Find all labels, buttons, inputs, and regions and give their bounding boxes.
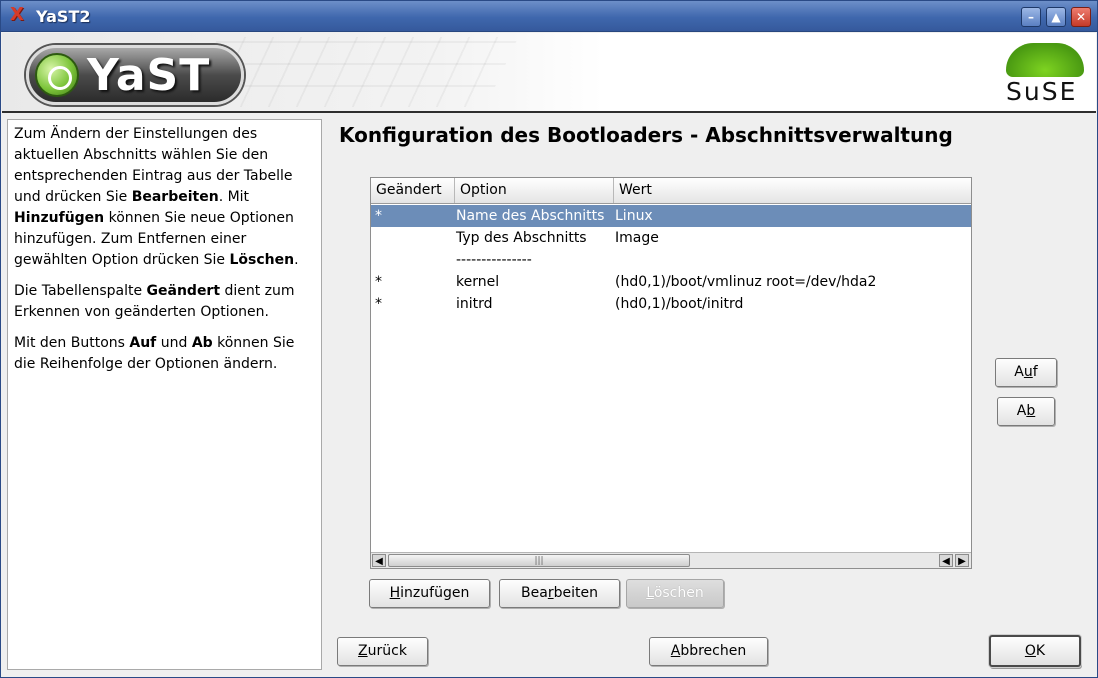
- button-label-part: b: [1026, 403, 1036, 419]
- title-bar[interactable]: X YaST2 – ▲ ✕: [1, 1, 1097, 32]
- column-header-changed[interactable]: Geändert: [371, 178, 455, 203]
- button-label-part: L: [646, 585, 654, 601]
- app-x-icon[interactable]: X: [10, 6, 28, 24]
- banner: YaST SuSE: [2, 33, 1096, 113]
- scroll-right-icon[interactable]: ▶: [955, 554, 969, 567]
- cell-changed: *: [375, 208, 382, 224]
- column-header-value[interactable]: Wert: [614, 178, 971, 203]
- scrollbar-thumb[interactable]: |||: [388, 554, 690, 567]
- button-label-part: inzufügen: [400, 585, 470, 601]
- suse-logo: SuSE: [1002, 41, 1088, 107]
- cell-option: ---------------: [456, 252, 532, 268]
- help-bold-term: Auf: [129, 335, 157, 351]
- column-header-option[interactable]: Option: [455, 178, 614, 203]
- add-button[interactable]: Hinzufügen: [369, 579, 490, 608]
- cell-changed: *: [375, 274, 382, 290]
- help-paragraph-2: Die Tabellenspalte Geändert dient zum Er…: [14, 281, 315, 323]
- yast-window: X YaST2 – ▲ ✕ YaST SuSE Zum Ändern der E…: [0, 0, 1098, 678]
- table-row[interactable]: Typ des Abschnitts Image: [371, 227, 971, 249]
- delete-button[interactable]: Löschen: [626, 579, 724, 608]
- maximize-button[interactable]: ▲: [1046, 7, 1066, 27]
- table-row[interactable]: * Name des Abschnitts Linux: [371, 205, 971, 227]
- yast-logo: YaST: [26, 45, 244, 105]
- up-button[interactable]: Auf: [995, 358, 1057, 387]
- cell-option: Name des Abschnitts: [456, 208, 605, 224]
- table-row[interactable]: ---------------: [371, 249, 971, 271]
- cell-value: Linux: [615, 208, 653, 224]
- button-label-part: A: [1016, 403, 1027, 419]
- table-header: Geändert Option Wert: [371, 178, 971, 204]
- cell-option: Typ des Abschnitts: [456, 230, 587, 246]
- page-title: Konfiguration des Bootloaders - Abschnit…: [339, 123, 953, 147]
- button-label-part: A: [1014, 364, 1024, 380]
- close-button[interactable]: ✕: [1071, 7, 1091, 27]
- help-panel: Zum Ändern der Einstellungen des aktuell…: [7, 119, 322, 670]
- gecko-icon: [1006, 43, 1084, 77]
- help-bold-term: Ab: [191, 335, 213, 351]
- edit-button[interactable]: Bearbeiten: [499, 579, 620, 608]
- help-text: und: [156, 335, 192, 351]
- help-text: .: [294, 252, 299, 268]
- table-row[interactable]: * kernel (hd0,1)/boot/vmlinuz root=/dev/hd…: [371, 271, 971, 293]
- button-label-part: urück: [367, 643, 407, 659]
- scroll-left-icon[interactable]: ◀: [939, 554, 953, 567]
- abort-button[interactable]: Abbrechen: [649, 637, 768, 666]
- help-bold-term: Geändert: [146, 283, 221, 299]
- help-text: Mit den Buttons: [14, 335, 130, 351]
- help-bold-term: Löschen: [229, 252, 295, 268]
- button-label-part: K: [1035, 643, 1046, 659]
- horizontal-scrollbar[interactable]: ◀ ||| ◀ ▶: [371, 552, 971, 568]
- cell-value: (hd0,1)/boot/vmlinuz root=/dev/hda2: [615, 274, 877, 290]
- yast-logo-text: YaST: [87, 50, 211, 101]
- button-label-part: bbrechen: [680, 643, 747, 659]
- button-label-part: u: [1023, 364, 1033, 380]
- cell-value: Image: [615, 230, 659, 246]
- help-bold-term: Bearbeiten: [131, 189, 219, 205]
- yast-ball-icon: [35, 53, 79, 97]
- window-title: YaST2: [36, 7, 91, 26]
- help-paragraph-3: Mit den Buttons Auf und Ab können Sie di…: [14, 333, 315, 375]
- help-paragraph-1: Zum Ändern der Einstellungen des aktuell…: [14, 124, 315, 271]
- help-bold-term: Hinzufügen: [14, 210, 105, 226]
- help-text: . Mit: [218, 189, 250, 205]
- help-text: Die Tabellenspalte: [14, 283, 147, 299]
- options-table[interactable]: Geändert Option Wert * Name des Abschnitt…: [370, 177, 972, 569]
- button-label-part: Bea: [521, 585, 548, 601]
- table-row[interactable]: * initrd (hd0,1)/boot/initrd: [371, 293, 971, 315]
- cell-value: (hd0,1)/boot/initrd: [615, 296, 744, 312]
- suse-logo-text: SuSE: [1006, 77, 1078, 106]
- down-button[interactable]: Ab: [997, 397, 1055, 426]
- ok-button[interactable]: OK: [989, 635, 1081, 667]
- button-label-part: H: [389, 585, 401, 601]
- button-label-part: f: [1032, 364, 1038, 380]
- button-label-part: öschen: [653, 585, 704, 601]
- cell-option: initrd: [456, 296, 493, 312]
- scroll-left-icon[interactable]: ◀: [372, 554, 386, 567]
- button-label-part: Z: [358, 643, 368, 659]
- cell-changed: *: [375, 296, 382, 312]
- minimize-button[interactable]: –: [1021, 7, 1041, 27]
- cell-option: kernel: [456, 274, 500, 290]
- button-label-part: beiten: [553, 585, 598, 601]
- button-label-part: O: [1024, 643, 1036, 659]
- back-button[interactable]: Zurück: [337, 637, 428, 666]
- button-label-part: A: [670, 643, 681, 659]
